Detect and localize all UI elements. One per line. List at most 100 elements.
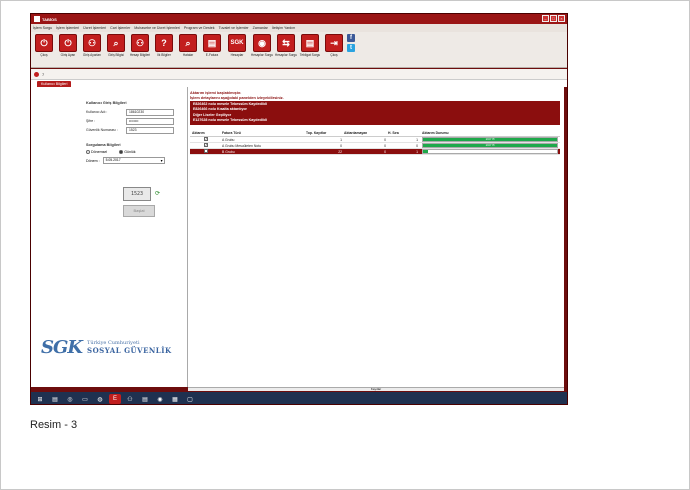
toolbar-button-10[interactable]: ⇆ Hesaplar Sorgu (275, 32, 297, 66)
bottom-strip: Kayıtlar (188, 387, 564, 391)
notice-header: Aktarım işlemi başlatılmıştır. İşlem det… (190, 91, 560, 101)
period-label: Dönem : (86, 158, 100, 163)
disk-icon: ◉ (253, 34, 271, 52)
doc-icon[interactable]: ▤ (139, 394, 151, 404)
menu-item-0[interactable]: İşlem Sorgu (33, 26, 52, 30)
window-title: TABİOS (42, 16, 57, 22)
toolbar-button-1[interactable]: ⏻ Giriş Ayarı (57, 32, 79, 66)
menu-item-2[interactable]: Ücret İşlemleri (83, 26, 106, 30)
search-icon: ⌕ (107, 34, 125, 52)
users-icon: ⚇ (131, 34, 149, 52)
username-label: Kullanıcı Adı : (86, 110, 108, 114)
media-icon[interactable]: ◎ (64, 394, 76, 404)
app-task-icon[interactable]: E (109, 394, 121, 404)
toolbar-label: Hesaplar (230, 53, 244, 57)
cell-total: 1 (340, 137, 342, 142)
toolbar-button-4[interactable]: ⚇ Hesap Bilgileri (129, 32, 151, 66)
tab-strip: Kullanıcı Bilgileri (31, 79, 567, 88)
toolbar-button-7[interactable]: ▤ E-Fatura (201, 32, 223, 66)
password-label: Şifre : (86, 119, 96, 123)
document-icon: ▤ (301, 34, 319, 52)
file-icon[interactable]: ▤ (49, 394, 61, 404)
toolbar-label: Çıkış (330, 53, 338, 57)
menu-item-6[interactable]: Tuvalet ve İşlemler (219, 26, 249, 30)
captcha-image: 1523 (123, 187, 151, 201)
start-icon[interactable]: ⊞ (34, 394, 46, 404)
grid-header-cell: Aktarılamayan (344, 130, 368, 135)
left-panel: Kullanıcı Giriş Bilgileri Kullanıcı Adı … (31, 87, 188, 387)
menu-item-3[interactable]: Cari İşlemler (110, 26, 130, 30)
table-row[interactable]: ✓ B Grubu 22 0 1 4 % (190, 149, 560, 155)
radio-daily[interactable]: Günlük (119, 150, 136, 155)
toolbar-button-3[interactable]: ⌕ Giriş Bilgisi (105, 32, 127, 66)
chat-icon[interactable]: ◍ (94, 394, 106, 404)
toolbar-label: E-Fatura (205, 53, 219, 57)
username-input[interactable]: 18610230 (126, 108, 174, 116)
grid-header-cell: Fatura Türü (222, 130, 241, 135)
toolbar-label: Giriş Ayarları (82, 53, 102, 57)
menu-item-1[interactable]: İşlem İşlemleri (56, 26, 79, 30)
toolbar-button-11[interactable]: ▤ Tebligat Sorgu (299, 32, 321, 66)
toolbar-button-2[interactable]: ⚇ Giriş Ayarları (81, 32, 103, 66)
logo-line-2: SOSYAL GÜVENLİK (87, 346, 172, 355)
help-icon: ? (155, 34, 173, 52)
row-checkbox[interactable]: ✓ (204, 149, 208, 153)
sgk-icon: SGK (228, 34, 246, 52)
taskbar: ⊞ ▤ ◎ ▭ ◍ E ⚇ ▤ ◉ ▦ ▢ (31, 392, 567, 404)
toolbar-button-9[interactable]: ◉ Hesaplar Sorgu (251, 32, 273, 66)
app-logo-icon (34, 16, 40, 22)
browser-icon[interactable]: ◉ (154, 394, 166, 404)
maximize-icon[interactable]: □ (550, 15, 557, 22)
figure-caption: Resim - 3 (30, 419, 78, 431)
log-box: E826462 nolu mesele Tebessüm Kaydedildi E… (190, 101, 560, 125)
menu-item-4[interactable]: Muhasebe ve Ücret İşlemleri (134, 26, 180, 30)
toolbar-button-6[interactable]: ⌕ Hatalar (177, 32, 199, 66)
row-checkbox[interactable]: ✓ (204, 143, 208, 147)
close-icon[interactable]: × (558, 15, 565, 22)
log-line: E127628 nolu mesele Tebessüm Kaydedildi (193, 117, 267, 122)
query-group-title: Sorgulama Bilgileri (86, 143, 121, 147)
start-button[interactable]: Başlat (123, 205, 155, 217)
network-icon[interactable]: ⚇ (124, 394, 136, 404)
pdf-icon[interactable]: ▦ (169, 394, 181, 404)
twitter-icon[interactable]: t (347, 44, 355, 52)
document-icon: ▤ (203, 34, 221, 52)
menu-bar: İşlem Sorgu İşlem İşlemleri Ücret İşlemler… (31, 24, 567, 32)
menu-item-8[interactable]: İletişim Yardım (272, 26, 295, 30)
cell-hsira: 1 (416, 149, 418, 154)
grid-header-cell: Aktarım (192, 130, 205, 135)
toolbar-button-12[interactable]: ⇥ Çıkış (323, 32, 345, 66)
status-line: 7 (31, 69, 567, 79)
grid-header: Aktarım Fatura Türü Top. Kayıtlar Aktarılam… (190, 129, 560, 137)
menu-item-7[interactable]: Zamanlar (253, 26, 268, 30)
window-icon[interactable]: ▢ (184, 394, 196, 404)
toolbar-button-5[interactable]: ? İlk Bilgiler (153, 32, 175, 66)
radio-monthly[interactable]: Dönemsel (86, 150, 107, 155)
refresh-icon[interactable]: ⟳ (155, 190, 160, 197)
row-checkbox[interactable]: ✓ (204, 137, 208, 141)
right-panel: Aktarım işlemi başlatılmıştır. İşlem det… (188, 87, 564, 387)
cell-hsira: 0 (416, 143, 418, 148)
search-icon: ⌕ (179, 34, 197, 52)
cell-type: A Grubu (222, 137, 235, 142)
security-input[interactable]: 1523 (126, 126, 174, 134)
toolbar-label: Hesap Bilgileri (129, 53, 151, 57)
folder-icon[interactable]: ▭ (79, 394, 91, 404)
menu-item-5[interactable]: Program ve Destek (184, 26, 215, 30)
facebook-icon[interactable]: f (347, 34, 355, 42)
toolbar-button-0[interactable]: ⏻ Çıkış (33, 32, 55, 66)
toolbar-label: Giriş Ayarı (60, 53, 76, 57)
window-controls: – □ × (542, 15, 565, 22)
sgk-mark: SGK (41, 337, 83, 358)
cell-total: 0 (340, 143, 342, 148)
password-input[interactable]: •••••••• (126, 117, 174, 125)
toolbar-button-8[interactable]: SGK Hesaplar (225, 32, 249, 66)
exit-icon: ⇥ (325, 34, 343, 52)
progress-bar: 100 % (422, 143, 558, 148)
period-select[interactable]: 5.05.2017 (102, 157, 165, 165)
minimize-icon[interactable]: – (542, 15, 549, 22)
toolbar: ⏻ Çıkış ⏻ Giriş Ayarı ⚇ Giriş Ayarları ⌕ Giriş … (31, 32, 567, 68)
app-screenshot: TABİOS – □ × İşlem Sorgu İşlem İşlemleri Ü… (30, 13, 568, 405)
progress-text: 100 % (485, 144, 495, 147)
toolbar-label: Hesaplar Sorgu (274, 53, 298, 57)
